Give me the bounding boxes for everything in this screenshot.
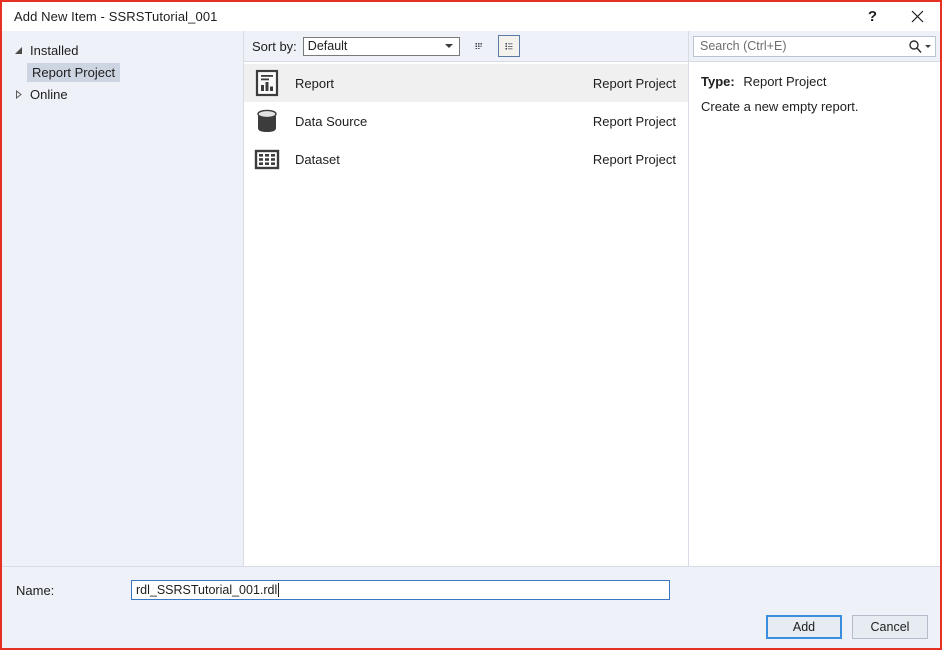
dialog-action-buttons: Add Cancel <box>766 615 928 639</box>
details-type-row: Type: Report Project <box>701 74 930 89</box>
templates-tree-panel: Installed Report Project Online <box>2 31 244 566</box>
dialog-footer: Name: rdl_SSRSTutorial_001.rdl Add Cance… <box>2 566 940 648</box>
list-item-origin: Report Project <box>592 113 676 129</box>
cancel-button[interactable]: Cancel <box>852 615 928 639</box>
sort-by-label: Sort by: <box>252 38 297 54</box>
add-new-item-dialog: Add New Item - SSRSTutorial_001 ? Instal <box>0 0 942 650</box>
sidebar-item-label: Installed <box>30 42 79 58</box>
name-row: Name: rdl_SSRSTutorial_001.rdl <box>2 567 940 600</box>
add-button[interactable]: Add <box>766 615 842 639</box>
grid-icon <box>475 43 482 49</box>
help-button[interactable]: ? <box>850 2 895 31</box>
sidebar-item-online[interactable]: Online <box>2 83 243 105</box>
list-item-name: Data Source <box>295 113 368 129</box>
search-box[interactable] <box>693 35 936 57</box>
name-input[interactable]: rdl_SSRSTutorial_001.rdl <box>131 580 670 600</box>
small-icons-view-button[interactable] <box>468 35 490 57</box>
sidebar-item-label: Report Project <box>27 62 121 82</box>
templates-list-panel: Sort by: Default Report Report Project D… <box>244 31 688 566</box>
search-box-icons <box>908 39 931 53</box>
details-content: Type: Report Project Create a new empty … <box>689 61 940 566</box>
list-item-origin: Report Project <box>592 75 676 91</box>
list-item[interactable]: Report Report Project <box>244 64 688 102</box>
dataset-grid-icon <box>251 143 283 175</box>
details-type-label: Type: <box>701 74 735 89</box>
details-type-value: Report Project <box>743 74 827 89</box>
triangle-right-outline-icon[interactable] <box>10 89 27 99</box>
list-icon <box>505 43 513 50</box>
chevron-down-icon[interactable] <box>925 44 931 48</box>
list-item-name: Dataset <box>295 151 340 167</box>
sidebar-item-label: Online <box>30 86 68 102</box>
list-item-origin: Report Project <box>592 151 676 167</box>
search-input[interactable] <box>700 39 908 53</box>
search-icon[interactable] <box>908 39 922 53</box>
name-input-value: rdl_SSRSTutorial_001.rdl <box>136 583 278 597</box>
close-icon <box>911 10 924 23</box>
sort-by-dropdown[interactable]: Default <box>302 36 460 56</box>
report-document-chart-icon <box>251 67 283 99</box>
text-cursor <box>278 583 280 597</box>
chevron-down-icon <box>444 44 453 48</box>
dialog-body: Installed Report Project Online Sort by:… <box>2 31 940 566</box>
title-bar-buttons: ? <box>850 2 940 31</box>
database-cylinder-icon <box>251 105 283 137</box>
list-toolbar: Sort by: Default <box>244 31 688 61</box>
list-item[interactable]: Data Source Report Project <box>244 102 688 140</box>
sidebar-item-installed[interactable]: Installed <box>2 39 243 61</box>
template-items-list: Report Report Project Data Source Report… <box>244 61 688 566</box>
list-item[interactable]: Dataset Report Project <box>244 140 688 178</box>
search-toolbar <box>689 31 940 61</box>
details-panel: Type: Report Project Create a new empty … <box>688 31 940 566</box>
triangle-down-filled-icon[interactable] <box>10 46 27 55</box>
list-item-name: Report <box>295 75 335 91</box>
close-button[interactable] <box>895 2 940 31</box>
sort-by-value: Default <box>307 39 348 53</box>
name-label: Name: <box>16 582 55 598</box>
dialog-title: Add New Item - SSRSTutorial_001 <box>14 9 218 24</box>
sidebar-item-report-project[interactable]: Report Project <box>2 61 243 83</box>
list-view-button[interactable] <box>497 35 520 57</box>
title-bar: Add New Item - SSRSTutorial_001 ? <box>2 2 940 31</box>
details-description: Create a new empty report. <box>701 99 859 114</box>
